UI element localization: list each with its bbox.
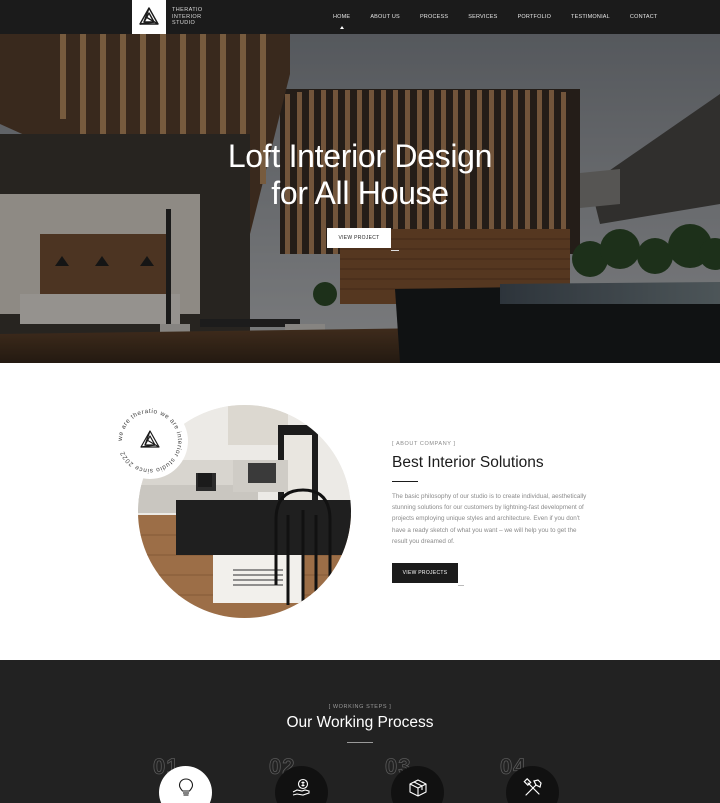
about-divider [392,481,418,482]
hero-title: Loft Interior Design for All House [0,138,720,212]
logo-icon [139,7,159,25]
process-eyebrow: [ WORKING STEPS ] [328,704,392,710]
button-accent-line [458,585,464,586]
tools-icon [522,778,542,796]
site-header: THERATIO INTERIOR STUDIO HOME ABOUT US P… [0,0,720,34]
nav-services[interactable]: SERVICES [468,14,497,20]
nav-portfolio[interactable]: PORTFOLIO [518,14,551,20]
process-section: [ WORKING STEPS ] Our Working Process 01… [0,660,720,803]
nav-home[interactable]: HOME [333,14,350,29]
process-divider [347,742,373,743]
stamp-text: we are theratio we are interior studio s… [117,408,183,474]
about-section: we are theratio we are interior studio s… [0,363,720,660]
nav-process[interactable]: PROCESS [420,14,448,20]
process-step-2[interactable]: 02 [269,754,339,803]
nav-contact[interactable]: CONTACT [630,14,658,20]
svg-text:we are theratio we are interio: we are theratio we are interior studio s… [117,408,183,474]
nav-testimonial[interactable]: TESTIMONIAL [571,14,610,20]
process-step-4[interactable]: 04 [500,754,570,803]
about-title: Best Interior Solutions [392,454,544,471]
process-title: Our Working Process [286,714,434,731]
process-step-1[interactable]: 01 [153,754,223,803]
hero-section: Loft Interior Design for All House VIEW … [0,34,720,363]
logo[interactable] [132,0,166,34]
logo-line-1: THERATIO [172,7,203,13]
stamp-logo-icon [140,430,160,448]
nav-about-us[interactable]: ABOUT US [370,14,400,20]
view-projects-button[interactable]: VIEW PROJECTS [392,563,458,583]
process-step-3[interactable]: 03 [385,754,455,803]
lightbulb-icon [178,778,193,796]
since-badge: we are theratio we are interior studio s… [112,403,188,479]
view-project-button[interactable]: VIEW PROJECT [327,228,391,248]
box-3d-icon [408,779,427,797]
hero-title-line-1: Loft Interior Design [227,138,493,174]
circular-stamp-text: we are theratio we are interior studio s… [117,408,183,474]
button-accent-line [391,250,399,251]
main-nav: HOME ABOUT US PROCESS SERVICES PORTFOLIO… [333,0,678,34]
about-eyebrow: [ ABOUT COMPANY ] [392,441,456,447]
logo-wordmark: THERATIO INTERIOR STUDIO [172,7,203,27]
about-description: The basic philosophy of our studio is to… [392,493,587,545]
hero-title-line-2: for All House [271,175,449,211]
money-hand-icon [292,778,310,796]
page: THERATIO INTERIOR STUDIO HOME ABOUT US P… [0,0,720,803]
logo-line-3: STUDIO [172,20,196,26]
